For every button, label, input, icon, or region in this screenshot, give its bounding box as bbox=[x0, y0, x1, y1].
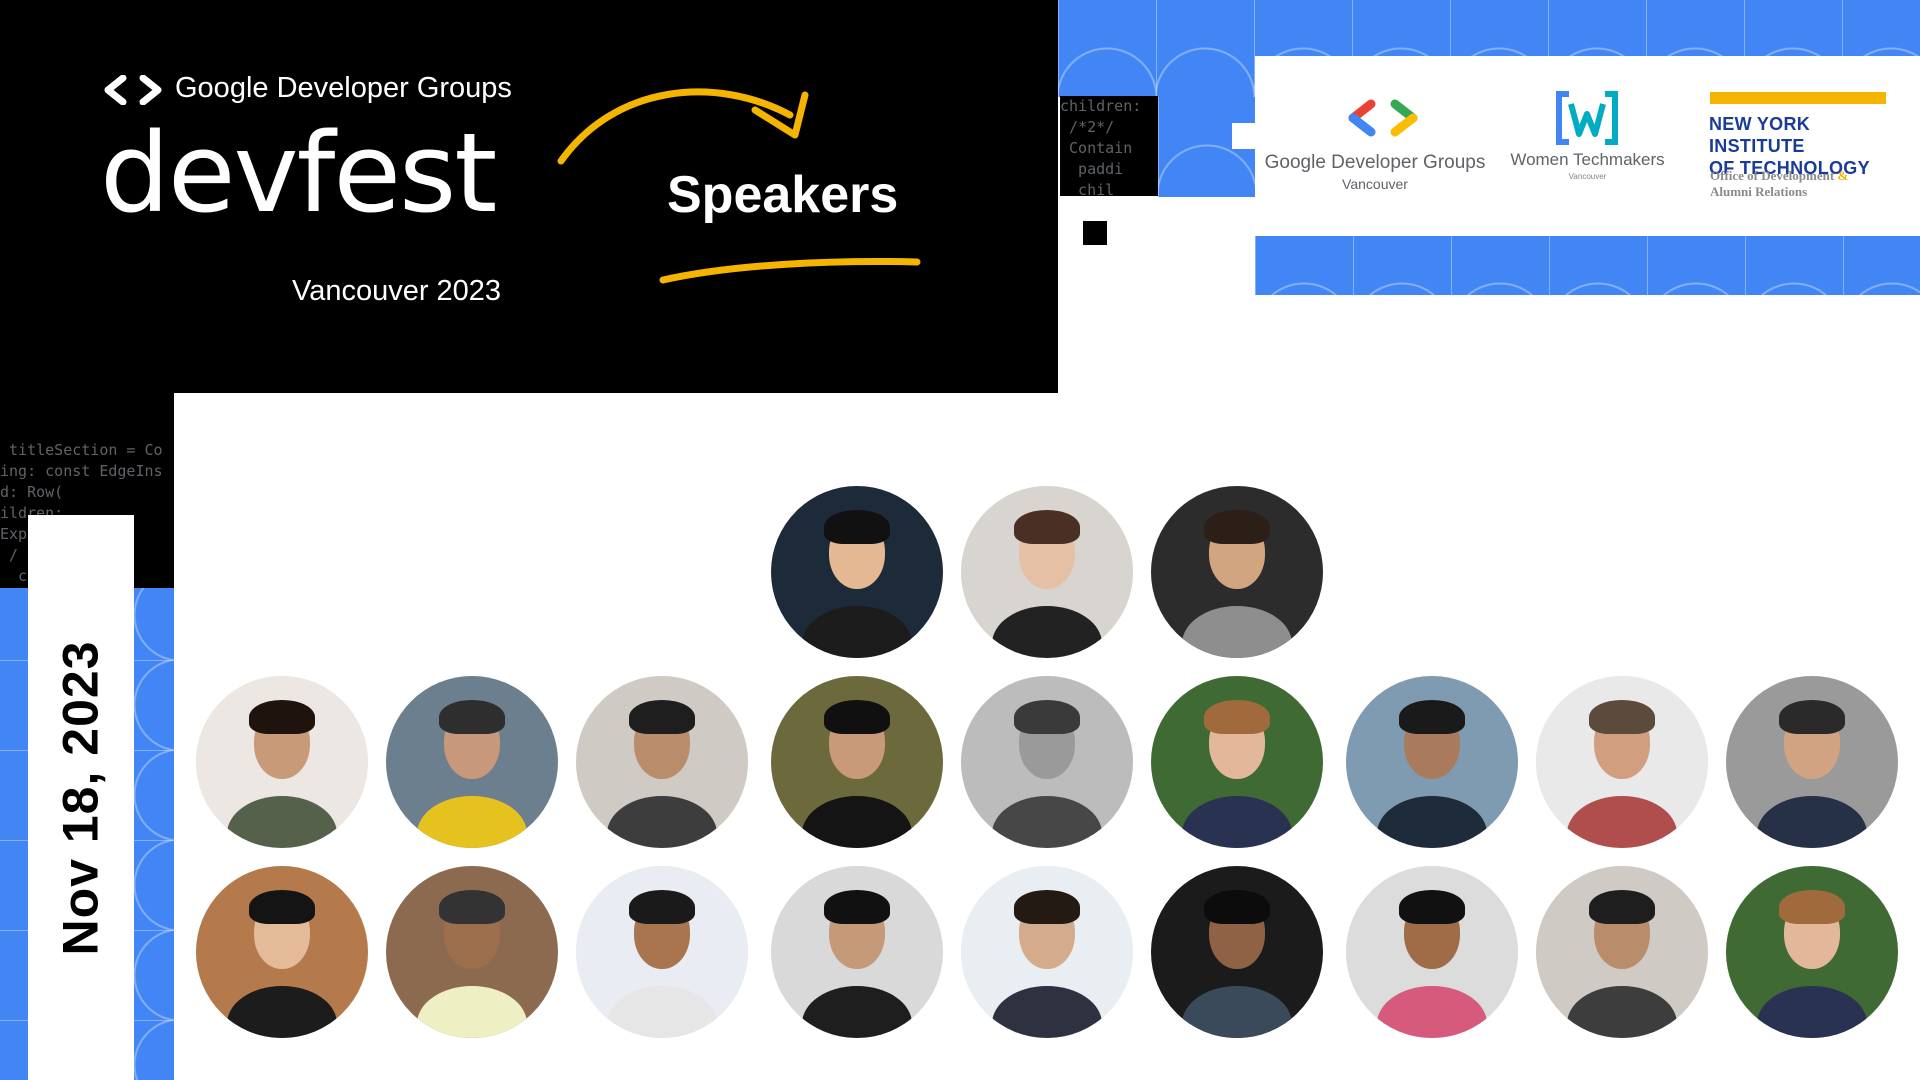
avatar-hair bbox=[1014, 510, 1080, 545]
avatar-hair bbox=[1779, 890, 1845, 925]
section-title: Speakers bbox=[667, 166, 899, 224]
avatar-hair bbox=[249, 700, 315, 735]
avatar-hair bbox=[249, 890, 315, 925]
avatar-hair bbox=[1589, 700, 1655, 735]
avatar-hair bbox=[439, 890, 505, 925]
event-date-label: Nov 18, 2023 bbox=[52, 640, 109, 955]
gdg-vancouver-name: Google Developer Groups bbox=[1264, 152, 1486, 173]
avatar-hair bbox=[1204, 700, 1270, 735]
code-snippet-top: children: /*2*/ Contain paddi chil bbox=[1060, 96, 1158, 196]
avatar-hair bbox=[629, 700, 695, 735]
event-name: devfest bbox=[100, 109, 497, 237]
speaker-avatar bbox=[1346, 866, 1518, 1038]
nyit-office: Office of Development & Alumni Relations bbox=[1710, 168, 1848, 200]
women-techmakers-sub: Vancouver bbox=[1568, 172, 1607, 181]
underline-scribble-icon bbox=[659, 258, 921, 284]
nyit-name-line1: NEW YORK INSTITUTE bbox=[1709, 114, 1811, 156]
speaker-avatar bbox=[961, 676, 1133, 848]
avatar-hair bbox=[439, 700, 505, 735]
women-techmakers-name: Women Techmakers bbox=[1510, 150, 1665, 169]
avatar-hair bbox=[824, 890, 890, 925]
blue-pattern-band-bottom bbox=[1255, 235, 1920, 295]
nyit-office-line1: Office of Development bbox=[1710, 168, 1835, 183]
event-date: Nov 18, 2023 bbox=[30, 515, 130, 1080]
speaker-avatar bbox=[576, 676, 748, 848]
avatar-hair bbox=[629, 890, 695, 925]
avatar-hair bbox=[1014, 700, 1080, 735]
nyit-office-line2: Alumni Relations bbox=[1710, 184, 1808, 199]
nyit-office-amp: & bbox=[1837, 168, 1849, 183]
avatar-hair bbox=[1399, 890, 1465, 925]
gdg-vancouver-logo-icon bbox=[1348, 99, 1418, 137]
speaker-avatar bbox=[1726, 866, 1898, 1038]
speaker-avatar bbox=[386, 866, 558, 1038]
avatar-hair bbox=[1589, 890, 1655, 925]
speaker-avatar bbox=[771, 676, 943, 848]
speaker-avatar bbox=[386, 676, 558, 848]
avatar-hair bbox=[1014, 890, 1080, 925]
speaker-avatar bbox=[961, 866, 1133, 1038]
women-techmakers-logo-icon bbox=[1556, 91, 1618, 145]
speaker-avatar bbox=[1346, 676, 1518, 848]
avatar-hair bbox=[824, 700, 890, 735]
event-subtitle: Vancouver 2023 bbox=[292, 275, 502, 307]
avatar-hair bbox=[1204, 510, 1270, 545]
avatar-hair bbox=[1779, 700, 1845, 735]
speaker-avatar bbox=[1151, 676, 1323, 848]
avatar-hair bbox=[824, 510, 890, 545]
gdg-brackets-icon bbox=[104, 75, 162, 105]
white-notch bbox=[1232, 123, 1262, 149]
org-name: Google Developer Groups bbox=[175, 72, 512, 104]
speaker-avatar bbox=[1536, 866, 1708, 1038]
speaker-avatar bbox=[1151, 486, 1323, 658]
curved-arrow-icon bbox=[557, 88, 809, 165]
gdg-vancouver-sub: Vancouver bbox=[1342, 176, 1408, 192]
speaker-avatar bbox=[196, 676, 368, 848]
speaker-avatar bbox=[771, 866, 943, 1038]
speaker-avatar bbox=[196, 866, 368, 1038]
avatar-hair bbox=[1204, 890, 1270, 925]
speaker-avatar bbox=[1151, 866, 1323, 1038]
speaker-avatar bbox=[576, 866, 748, 1038]
speaker-avatar bbox=[1536, 676, 1708, 848]
speaker-avatar bbox=[961, 486, 1133, 658]
decorative-square bbox=[1083, 221, 1107, 245]
speaker-avatar bbox=[1726, 676, 1898, 848]
speaker-avatar bbox=[771, 486, 943, 658]
avatar-hair bbox=[1399, 700, 1465, 735]
nyit-accent-bar bbox=[1710, 92, 1886, 104]
